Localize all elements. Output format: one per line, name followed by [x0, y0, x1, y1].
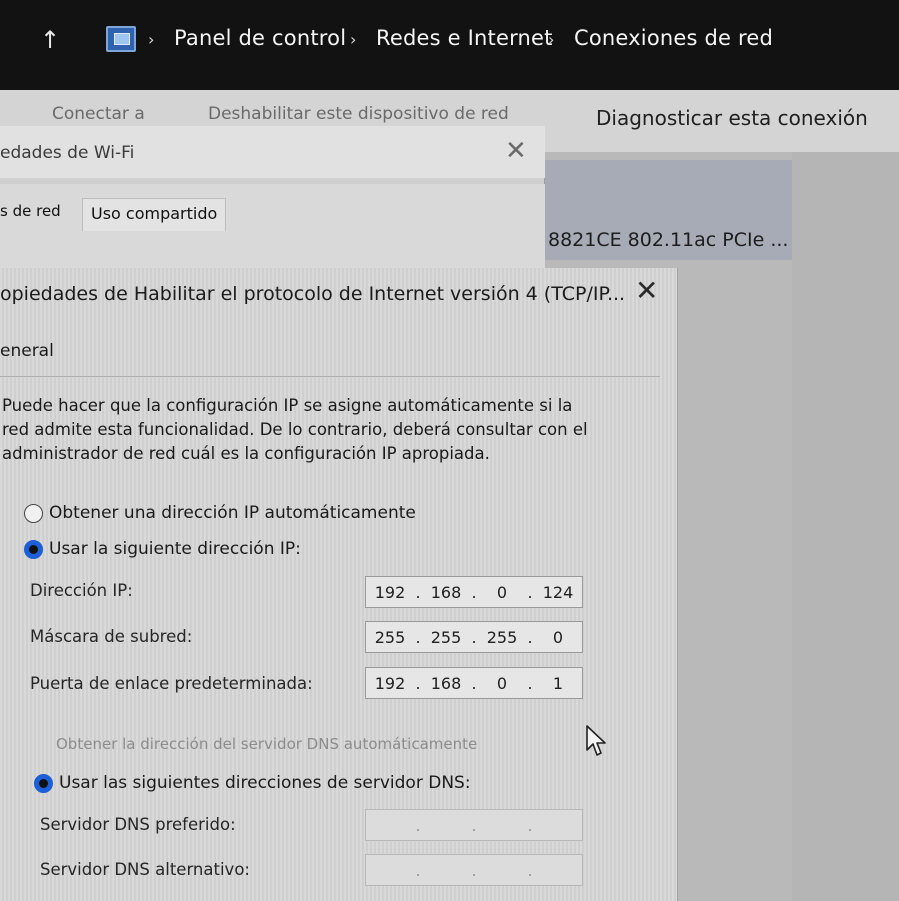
connect-to-button[interactable]: Conectar a — [52, 104, 145, 124]
control-panel-icon — [106, 26, 136, 52]
breadcrumb-network-connections[interactable]: Conexiones de red — [574, 26, 773, 50]
ip-octet: 1 — [552, 673, 564, 693]
ip-manual-option[interactable]: Usar la siguiente dirección IP: — [24, 539, 301, 559]
wifi-properties-window: edades de Wi-Fi ✕ s de red Uso compartid… — [0, 126, 545, 276]
ip-auto-option[interactable]: Obtener una dirección IP automáticamente — [24, 503, 416, 523]
ip-auto-label: Obtener una dirección IP automáticamente — [49, 503, 416, 523]
dns-manual-label: Usar las siguientes direcciones de servi… — [59, 773, 471, 793]
breadcrumb-network-internet[interactable]: Redes e Internet — [376, 26, 553, 50]
ip-manual-radio[interactable] — [24, 539, 43, 559]
dns-auto-option: Obtener la dirección del servidor DNS au… — [56, 735, 477, 753]
ip-octet: 0 — [496, 673, 508, 693]
description-line: red admite esta funcionalidad. De lo con… — [2, 420, 588, 439]
ip-octet: 0 — [552, 627, 564, 647]
ip-octet: 192 — [374, 673, 406, 693]
wifi-window-title: edades de Wi-Fi — [0, 143, 135, 163]
chevron-right-icon: › — [350, 30, 357, 49]
mouse-pointer-icon — [586, 725, 606, 756]
ip-octet: 168 — [430, 673, 462, 693]
ip-manual-label: Usar la siguiente dirección IP: — [49, 539, 301, 559]
tab-general[interactable]: eneral — [0, 341, 54, 361]
close-icon[interactable]: ✕ — [505, 136, 527, 166]
adapter-description: 8821CE 802.11ac PCIe ... — [548, 229, 789, 251]
gateway-label: Puerta de enlace predeterminada: — [30, 674, 313, 693]
chevron-right-icon: › — [548, 30, 555, 49]
ip-octet: 255 — [486, 627, 518, 647]
dns-alternate-input[interactable]: . . . — [365, 854, 583, 886]
description-line: Puede hacer que la configuración IP se a… — [2, 396, 573, 415]
dialog-title: opiedades de Habilitar el protocolo de I… — [0, 283, 626, 305]
disable-device-button[interactable]: Deshabilitar este dispositivo de red — [208, 104, 509, 124]
dns-manual-radio[interactable] — [34, 773, 53, 793]
ip-octet: 255 — [430, 627, 462, 647]
dialog-description: Puede hacer que la configuración IP se a… — [2, 394, 642, 466]
subnet-mask-input[interactable]: 255. 255. 255. 0 — [365, 621, 583, 653]
ip-octet: 255 — [374, 627, 406, 647]
breadcrumb-control-panel[interactable]: Panel de control — [174, 26, 346, 50]
connections-list-background — [792, 152, 899, 901]
address-bar: ↑ › Panel de control › Redes e Internet … — [0, 0, 899, 90]
ip-octet: 0 — [496, 582, 508, 602]
ip-octet: 124 — [542, 582, 574, 602]
tab-divider — [0, 376, 660, 377]
diagnose-connection-button[interactable]: Diagnosticar esta conexión — [596, 106, 868, 130]
dns-manual-option[interactable]: Usar las siguientes direcciones de servi… — [34, 773, 471, 793]
dns-preferred-input[interactable]: . . . — [365, 809, 583, 841]
ip-auto-radio[interactable] — [24, 503, 43, 523]
gateway-input[interactable]: 192. 168. 0. 1 — [365, 667, 583, 699]
ip-octet: 168 — [430, 582, 462, 602]
ip-address-label: Dirección IP: — [30, 581, 133, 600]
ip-address-input[interactable]: 192. 168. 0. 124 — [365, 576, 583, 608]
close-icon[interactable]: ✕ — [635, 274, 658, 307]
up-arrow-icon[interactable]: ↑ — [40, 26, 60, 54]
dns-preferred-label: Servidor DNS preferido: — [40, 815, 236, 834]
subnet-mask-label: Máscara de subred: — [30, 627, 193, 646]
tab-sharing[interactable]: Uso compartido — [82, 198, 227, 231]
description-line: administrador de red cuál es la configur… — [2, 444, 490, 463]
chevron-right-icon: › — [148, 30, 155, 49]
dns-alternate-label: Servidor DNS alternativo: — [40, 860, 250, 879]
tab-networking[interactable]: s de red — [0, 202, 61, 220]
ip-octet: 192 — [374, 582, 406, 602]
dns-auto-label: Obtener la dirección del servidor DNS au… — [56, 735, 478, 753]
